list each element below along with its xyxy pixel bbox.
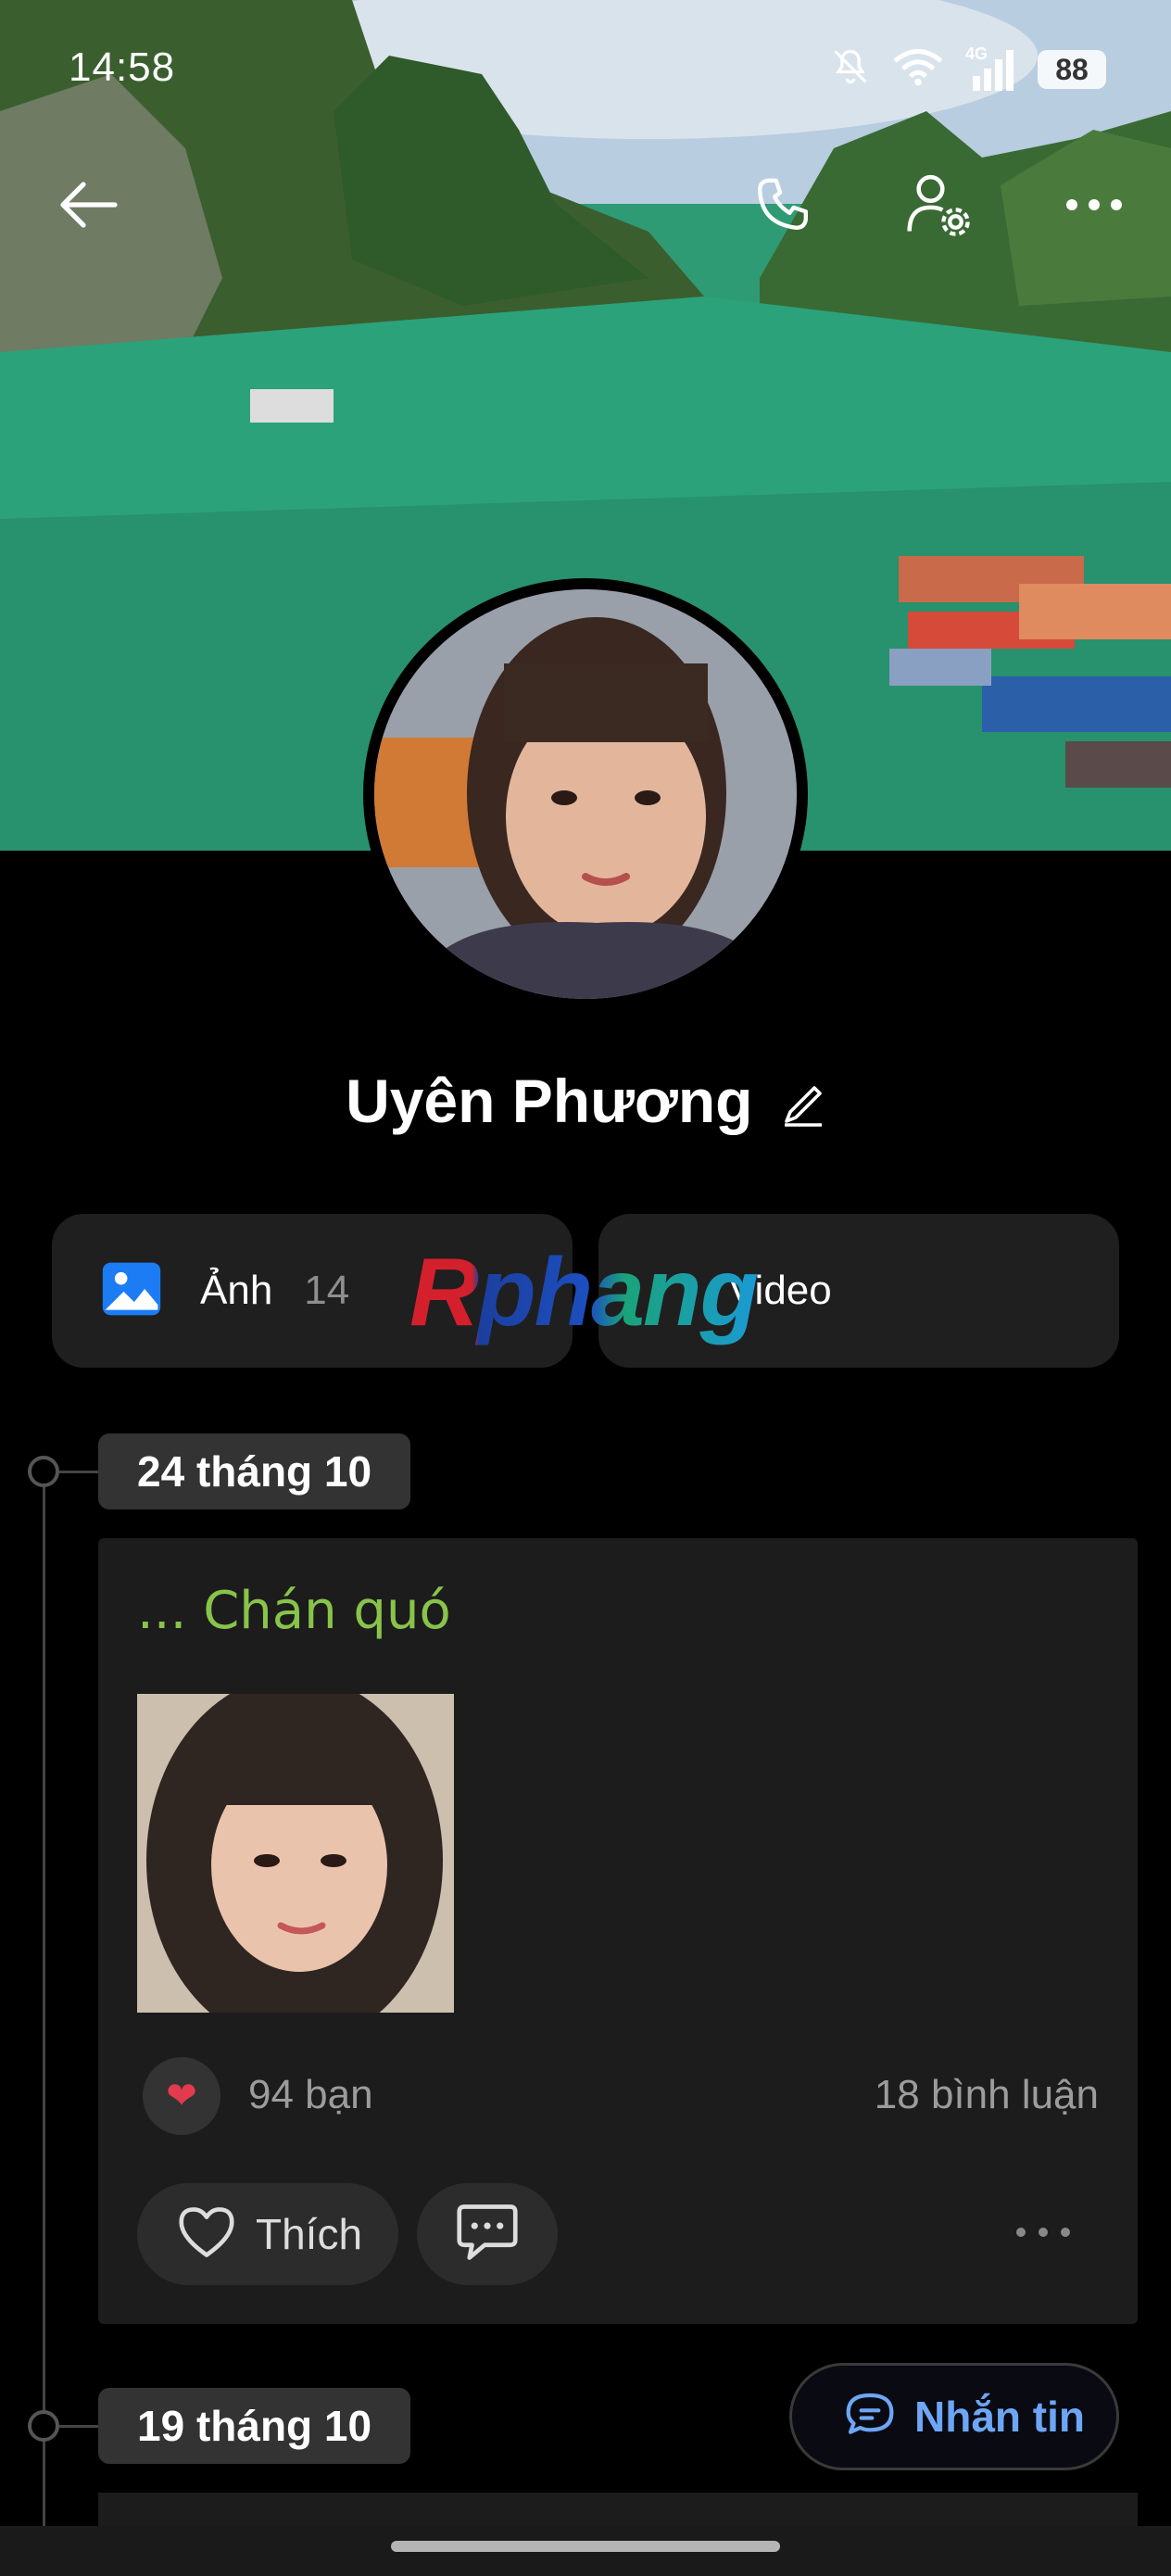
profile-name: Uyên Phương [346,1067,753,1135]
like-button[interactable]: Thích [137,2183,398,2285]
comment-icon [454,2202,521,2267]
cellular-icon: 4G [965,44,1017,91]
photos-label: Ảnh [200,1268,273,1313]
profile-avatar[interactable] [363,578,808,1010]
date-chip: 24 tháng 10 [98,1433,411,1509]
message-label: Nhắn tin [914,2393,1085,2441]
reaction-summary: ❤ 94 bạn 18 bình luận [137,2057,1099,2135]
watermark-text: Rphang [409,1239,759,1346]
post-actions: Thích [137,2183,1099,2285]
timeline-post: ... Chán quó ❤ 94 bạn 18 bình luận Thích [98,1538,1138,2324]
heart-reaction-icon[interactable]: ❤ [143,2057,220,2135]
timeline-dot [28,1456,59,1487]
comment-button[interactable] [417,2183,558,2285]
edit-pencil-icon[interactable] [781,1075,825,1127]
comment-count[interactable]: 18 bình luận [875,2072,1099,2118]
status-bar: 14:58 4G 88 [0,0,1171,139]
mute-icon [830,46,871,92]
top-navigation [0,165,1171,248]
wifi-icon [891,46,945,92]
post-more-button[interactable] [1006,2211,1080,2257]
post-text: ... Chán quó [137,1581,451,1641]
timeline-line [43,1464,45,2576]
profile-settings-button[interactable] [897,165,980,248]
avatar-image [374,589,797,999]
back-button[interactable] [46,165,130,248]
profile-name-row: Uyên Phương [0,1066,1171,1136]
more-horizontal-icon [1014,2226,1072,2243]
more-horizontal-icon [1063,196,1126,219]
post-photo[interactable] [137,1675,454,2046]
watermark-logo: Rphang [409,1238,759,1348]
status-icons: 4G 88 [830,44,1106,92]
date-chip: 19 tháng 10 [98,2388,411,2464]
home-indicator[interactable] [391,2541,780,2552]
reaction-count[interactable]: 94 bạn [248,2072,373,2118]
timeline-dot [28,2410,59,2442]
user-settings-icon [904,170,973,244]
phone-icon [750,172,815,242]
photo-icon [100,1257,163,1325]
more-options-button[interactable] [1052,165,1136,248]
status-time: 14:58 [69,44,176,90]
like-label: Thích [256,2210,363,2258]
message-button[interactable]: Nhắn tin [789,2363,1119,2470]
heart-outline-icon [176,2204,237,2265]
timeline-connector [59,2425,98,2428]
chat-bubble-icon [844,2391,896,2443]
timeline-connector [59,1471,98,1473]
battery-indicator: 88 [1038,49,1106,89]
call-button[interactable] [741,165,825,248]
back-arrow-icon [57,179,119,235]
photos-count: 14 [304,1268,350,1313]
